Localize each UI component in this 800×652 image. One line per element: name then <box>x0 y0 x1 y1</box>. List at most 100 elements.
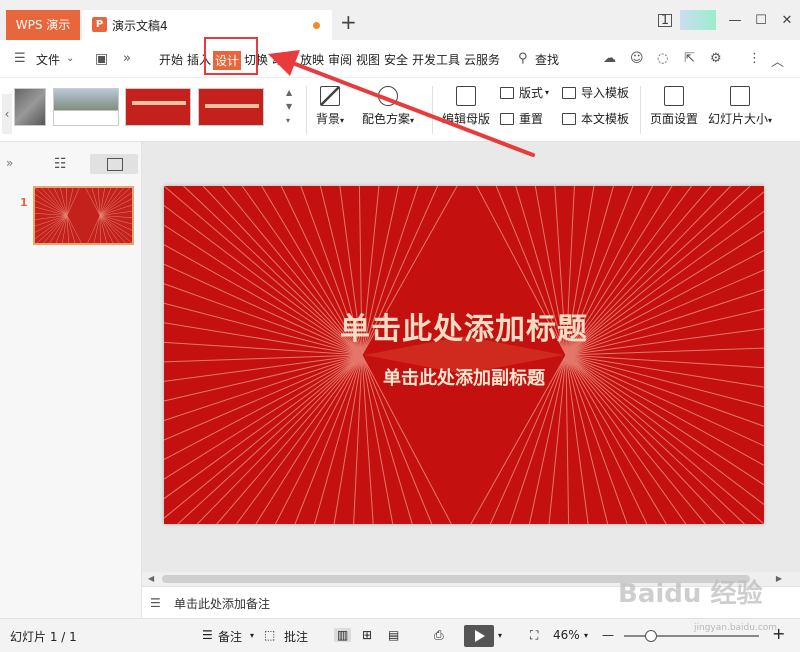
divider <box>432 86 433 134</box>
template-thumb[interactable] <box>53 88 119 126</box>
divider <box>306 86 307 134</box>
reset-icon <box>500 112 514 125</box>
page-setup-icon <box>664 86 684 106</box>
zoom-level[interactable]: 46% <box>553 628 580 642</box>
chevron-down-icon[interactable]: ▾ <box>584 631 588 640</box>
tab-cloud[interactable]: 云服务 <box>464 51 500 68</box>
zoom-in-button[interactable]: + <box>772 624 785 643</box>
tab-home[interactable]: 开始 <box>159 51 183 68</box>
close-button[interactable]: ✕ <box>774 13 800 28</box>
more-arrows-icon[interactable]: » <box>123 51 131 66</box>
comment-icon[interactable]: ◌ <box>657 51 668 66</box>
notes-placeholder[interactable]: 单击此处添加备注 <box>174 595 270 612</box>
title-bar: WPS 演示 P 演示文稿4 + 1 — ☐ ✕ <box>0 0 800 40</box>
tab-animation[interactable]: 动画 <box>272 51 296 68</box>
chevron-down-icon[interactable]: ▾ <box>250 631 254 640</box>
notes-pane[interactable]: ☰ 单击此处添加备注 <box>142 586 800 618</box>
play-slideshow-button[interactable] <box>464 625 494 647</box>
app-tab[interactable]: WPS 演示 <box>6 10 80 40</box>
design-tab-highlight <box>204 37 258 75</box>
search-icon[interactable]: ⚲ <box>518 51 528 66</box>
zoom-slider-thumb[interactable] <box>645 630 657 642</box>
chevron-down-icon[interactable]: ▾ <box>498 631 502 640</box>
unsaved-dot-icon <box>313 22 320 29</box>
window-controls: 1 — ☐ ✕ <box>658 8 800 32</box>
collapse-ribbon-icon[interactable]: ︿ <box>771 51 784 70</box>
template-thumb[interactable] <box>198 88 264 126</box>
layout-icon <box>500 86 514 99</box>
slide-canvas: 单击此处添加标题 单击此处添加副标题 <box>142 142 800 572</box>
zoom-slider[interactable] <box>624 630 759 642</box>
template-thumb[interactable] <box>14 88 46 126</box>
tab-review[interactable]: 审阅 <box>328 51 352 68</box>
chevron-left-icon[interactable]: ‹ <box>2 94 12 134</box>
fit-window-icon[interactable]: ⛶ <box>530 628 538 643</box>
slide-size-icon <box>730 86 751 106</box>
notes-toggle-icon[interactable]: ☰ <box>202 628 213 642</box>
slide-title-placeholder[interactable]: 单击此处添加标题 <box>164 304 764 348</box>
document-tab[interactable]: P 演示文稿4 <box>82 10 332 40</box>
hamburger-icon[interactable]: ☰ <box>14 51 26 66</box>
notes-icon: ☰ <box>150 596 161 610</box>
notes-toggle-button[interactable]: 备注 <box>218 628 242 645</box>
template-scroll-arrows[interactable]: ▲ ▼ ▾ <box>286 86 292 128</box>
comment-icon[interactable]: ⬚ <box>264 628 275 642</box>
import-icon <box>562 86 576 99</box>
template-thumb[interactable] <box>125 88 191 126</box>
gear-icon[interactable]: ⚙ <box>710 51 722 66</box>
file-menu[interactable]: 文件 <box>36 51 60 68</box>
comment-button[interactable]: 批注 <box>284 628 308 645</box>
reading-view-icon[interactable]: ▤ <box>388 628 399 642</box>
slide-rays <box>164 186 764 524</box>
scroll-right-icon[interactable]: ▶ <box>776 572 782 586</box>
cloud-sync-icon[interactable]: ☁ <box>603 51 616 66</box>
minimize-button[interactable]: — <box>722 13 748 28</box>
page-setup-button[interactable]: 页面设置 <box>650 86 698 127</box>
slide-sorter-icon[interactable]: ⊞ <box>362 628 372 642</box>
scroll-left-icon[interactable]: ◀ <box>148 572 154 586</box>
layout-button[interactable]: 版式 ▾ <box>500 84 549 101</box>
more-icon[interactable]: ⋮ <box>748 51 761 66</box>
share-icon[interactable]: ⇱ <box>684 51 695 66</box>
share-user-icon[interactable]: ☺ <box>630 51 644 66</box>
reset-button[interactable]: 重置 <box>500 110 543 127</box>
tab-developer[interactable]: 开发工具 <box>412 51 460 68</box>
slide-subtitle-placeholder[interactable]: 单击此处添加副标题 <box>164 364 764 390</box>
background-button[interactable]: 背景▾ <box>316 86 344 127</box>
color-scheme-button[interactable]: 配色方案▾ <box>362 86 414 127</box>
tab-slideshow[interactable]: 放映 <box>300 51 324 68</box>
maximize-button[interactable]: ☐ <box>748 13 774 28</box>
edit-master-button[interactable]: 编辑母版 <box>442 86 490 127</box>
master-icon <box>456 86 476 106</box>
scroll-thumb[interactable] <box>162 575 750 583</box>
ribbon: ‹ ▲ ▼ ▾ 背景▾ 配色方案▾ 编辑母版 版式 ▾ 重置 导入模板 本文模板 页面… <box>0 78 800 142</box>
menu-bar: ☰ 文件 ⌄ ▣ » 开始 插入 设计 切换 动画 放映 审阅 视图 安全 开发… <box>0 40 800 78</box>
import-template-button[interactable]: 导入模板 <box>562 84 629 101</box>
expand-panel-icon[interactable]: » <box>6 156 13 170</box>
save-icon[interactable]: ▣ <box>95 51 108 67</box>
avatar[interactable] <box>680 10 716 30</box>
document-icon <box>562 112 576 125</box>
tab-view[interactable]: 视图 <box>356 51 380 68</box>
presentation-icon: P <box>92 17 107 32</box>
camera-icon[interactable]: ⎙ <box>434 628 444 643</box>
chevron-down-icon[interactable]: ⌄ <box>66 53 74 64</box>
text-template-button[interactable]: 本文模板 <box>562 110 629 127</box>
outline-view-icon[interactable]: ☷ <box>54 156 67 172</box>
slide-number: 1 <box>20 196 28 209</box>
zoom-out-button[interactable]: — <box>602 628 614 642</box>
horizontal-scrollbar[interactable]: ◀ ▶ <box>142 572 800 586</box>
add-tab-button[interactable]: + <box>340 12 357 32</box>
status-bar: 幻灯片 1 / 1 ☰ 备注 ▾ ⬚ 批注 ▥ ⊞ ▤ ⎙ ▾ ⛶ 46% ▾ … <box>0 618 800 652</box>
slide[interactable]: 单击此处添加标题 单击此处添加副标题 <box>164 186 764 524</box>
divider <box>640 86 641 134</box>
thumbnail-view-button[interactable] <box>90 154 138 174</box>
background-icon <box>320 86 341 106</box>
tab-security[interactable]: 安全 <box>384 51 408 68</box>
search-button[interactable]: 查找 <box>535 51 559 68</box>
slide-thumbnail[interactable] <box>33 186 134 245</box>
slide-size-button[interactable]: 幻灯片大小▾ <box>708 86 772 127</box>
page-badge[interactable]: 1 <box>658 13 672 27</box>
normal-view-icon[interactable]: ▥ <box>334 628 352 642</box>
slide-panel: » ☷ 1 <box>0 142 142 618</box>
